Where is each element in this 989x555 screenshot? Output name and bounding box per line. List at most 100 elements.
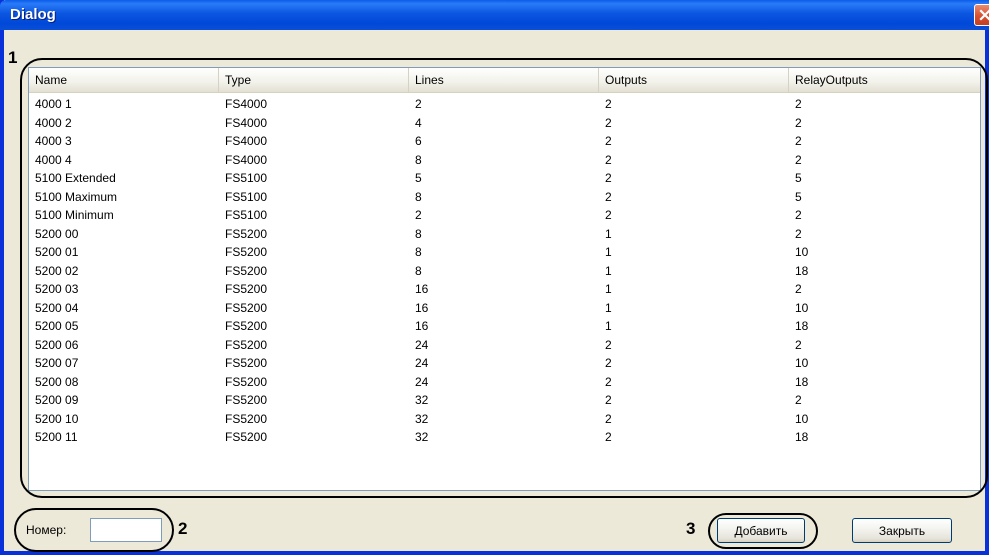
cell-lines: 16 (415, 319, 429, 333)
cell-type: FS5200 (225, 245, 268, 259)
number-label: Номер: (26, 523, 67, 537)
cell-name: 4000 3 (35, 134, 72, 148)
cell-name: 5200 00 (35, 226, 79, 241)
cell-type: FS5200 (225, 393, 268, 407)
table-row[interactable]: 4000 1 FS4000 2 2 2 (29, 95, 980, 114)
cell-lines: 32 (415, 411, 429, 426)
cell-lines: 8 (415, 226, 422, 241)
cell-name: 5200 06 (35, 337, 79, 352)
table-row[interactable]: 5200 00 FS5200 8 1 2 (29, 225, 980, 244)
list-body: 4000 1 FS4000 2 2 2 4000 2 FS4000 4 2 2 4000 3 FS40… (29, 95, 980, 447)
column-header-name[interactable]: Name (29, 68, 219, 92)
cell-type: FS4000 (225, 152, 268, 167)
cell-name: 5100 Minimum (35, 208, 114, 222)
cell-lines: 32 (415, 430, 429, 444)
cell-type: FS5200 (225, 319, 268, 333)
cell-type: FS5200 (225, 374, 268, 389)
column-header-relay-outputs[interactable]: RelayOutputs (789, 68, 980, 92)
cell-relay-outputs: 5 (795, 171, 802, 185)
number-input[interactable] (90, 518, 162, 542)
cell-lines: 16 (415, 300, 429, 315)
cell-relay-outputs: 10 (795, 356, 809, 370)
cell-outputs: 1 (605, 319, 612, 333)
cell-outputs: 1 (605, 282, 612, 296)
cell-type: FS5200 (225, 282, 268, 296)
table-row[interactable]: 4000 2 FS4000 4 2 2 (29, 114, 980, 133)
cell-relay-outputs: 10 (795, 411, 809, 426)
cell-type: FS5200 (225, 356, 268, 370)
cell-outputs: 1 (605, 300, 612, 315)
cell-outputs: 2 (605, 134, 612, 148)
table-row[interactable]: 4000 3 FS4000 6 2 2 (29, 132, 980, 151)
table-row[interactable]: 5200 03 FS5200 16 1 2 (29, 280, 980, 299)
cell-type: FS5100 (225, 171, 268, 185)
close-button[interactable]: Закрыть (852, 518, 952, 543)
cell-name: 5200 05 (35, 319, 79, 333)
table-row[interactable]: 5200 04 FS5200 16 1 10 (29, 299, 980, 318)
table-row[interactable]: 5200 05 FS5200 16 1 18 (29, 317, 980, 336)
cell-lines: 8 (415, 245, 422, 259)
cell-name: 5100 Extended (35, 171, 116, 185)
cell-relay-outputs: 2 (795, 208, 802, 222)
cell-name: 5200 09 (35, 393, 79, 407)
cell-lines: 24 (415, 374, 429, 389)
column-header-outputs[interactable]: Outputs (599, 68, 789, 92)
cell-relay-outputs: 2 (795, 97, 802, 111)
close-window-button[interactable] (974, 4, 989, 26)
cell-name: 5200 10 (35, 411, 79, 426)
table-row[interactable]: 5200 06 FS5200 24 2 2 (29, 336, 980, 355)
cell-outputs: 2 (605, 356, 612, 370)
close-x-icon (979, 9, 989, 21)
table-row[interactable]: 5200 10 FS5200 32 2 10 (29, 410, 980, 429)
list-header: Name Type Lines Outputs RelayOutputs (29, 68, 980, 93)
cell-lines: 16 (415, 282, 429, 296)
column-header-lines[interactable]: Lines (409, 68, 599, 92)
cell-relay-outputs: 2 (795, 115, 802, 130)
cell-lines: 8 (415, 189, 422, 204)
cell-relay-outputs: 2 (795, 282, 802, 296)
cell-lines: 8 (415, 152, 422, 167)
cell-name: 4000 4 (35, 152, 72, 167)
cell-lines: 24 (415, 356, 429, 370)
device-list[interactable]: Name Type Lines Outputs RelayOutputs 400… (28, 67, 981, 491)
title-bar[interactable]: Dialog (0, 0, 989, 30)
add-button[interactable]: Добавить (717, 518, 805, 543)
annotation-number-2: 2 (178, 519, 188, 538)
table-row[interactable]: 5200 07 FS5200 24 2 10 (29, 354, 980, 373)
table-row[interactable]: 5200 09 FS5200 32 2 2 (29, 391, 980, 410)
cell-type: FS4000 (225, 97, 268, 111)
cell-type: FS4000 (225, 115, 268, 130)
table-row[interactable]: 5100 Minimum FS5100 2 2 2 (29, 206, 980, 225)
table-row[interactable]: 5100 Maximum FS5100 8 2 5 (29, 188, 980, 207)
cell-relay-outputs: 18 (795, 374, 809, 389)
column-header-type[interactable]: Type (219, 68, 409, 92)
table-row[interactable]: 5100 Extended FS5100 5 2 5 (29, 169, 980, 188)
table-row[interactable]: 5200 08 FS5200 24 2 18 (29, 373, 980, 392)
cell-name: 5200 08 (35, 374, 79, 389)
cell-lines: 2 (415, 208, 422, 222)
cell-lines: 24 (415, 337, 429, 352)
cell-relay-outputs: 18 (795, 430, 809, 444)
cell-type: FS5200 (225, 300, 268, 315)
cell-outputs: 2 (605, 411, 612, 426)
cell-lines: 6 (415, 134, 422, 148)
cell-relay-outputs: 2 (795, 152, 802, 167)
cell-outputs: 2 (605, 430, 612, 444)
cell-type: FS5200 (225, 226, 268, 241)
cell-outputs: 1 (605, 226, 612, 241)
cell-name: 5200 02 (35, 263, 79, 278)
cell-relay-outputs: 5 (795, 189, 802, 204)
table-row[interactable]: 5200 02 FS5200 8 1 18 (29, 262, 980, 281)
cell-relay-outputs: 2 (795, 393, 802, 407)
cell-outputs: 1 (605, 245, 612, 259)
cell-type: FS5100 (225, 208, 268, 222)
annotation-number-1: 1 (8, 48, 18, 67)
table-row[interactable]: 4000 4 FS4000 8 2 2 (29, 151, 980, 170)
cell-type: FS5100 (225, 189, 268, 204)
table-row[interactable]: 5200 01 FS5200 8 1 10 (29, 243, 980, 262)
annotation-number-3: 3 (686, 519, 696, 538)
table-row[interactable]: 5200 11 FS5200 32 2 18 (29, 428, 980, 447)
cell-name: 5200 04 (35, 300, 79, 315)
cell-lines: 5 (415, 171, 422, 185)
cell-type: FS4000 (225, 134, 268, 148)
